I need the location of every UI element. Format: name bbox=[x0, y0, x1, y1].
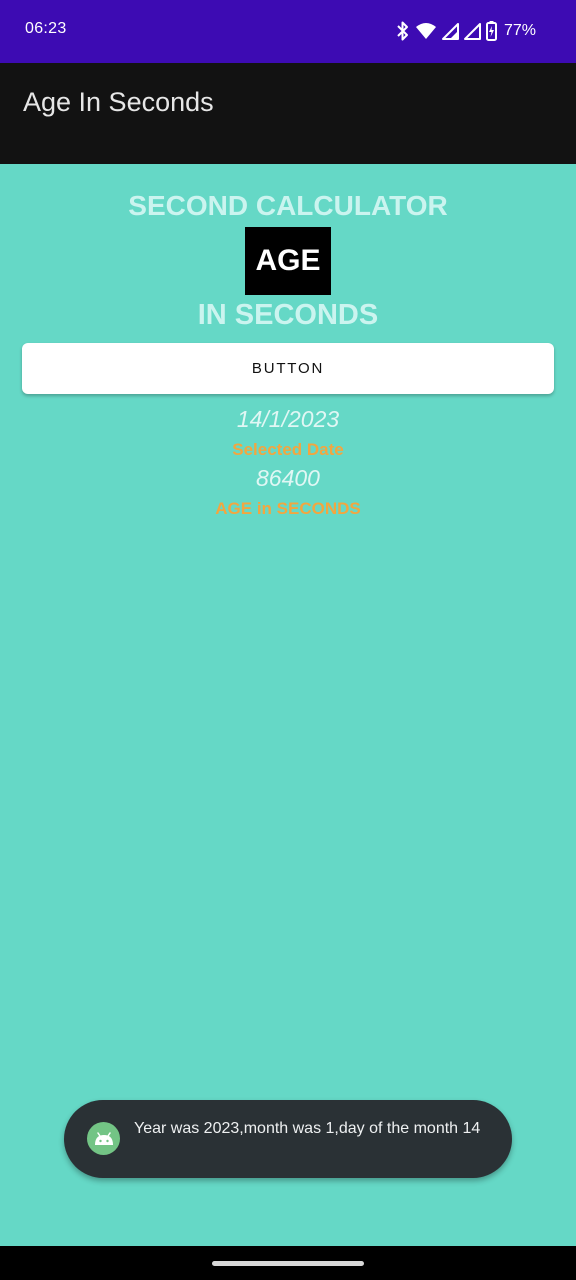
app-bar: Age In Seconds bbox=[0, 63, 576, 164]
battery-charging-icon bbox=[485, 21, 497, 41]
status-time: 06:23 bbox=[25, 20, 67, 37]
signal-icon bbox=[441, 22, 459, 40]
navigation-bar bbox=[0, 1246, 576, 1280]
select-date-button[interactable]: BUTTON bbox=[22, 343, 554, 394]
bluetooth-icon bbox=[396, 21, 410, 41]
battery-percent: 77% bbox=[503, 22, 536, 39]
android-icon bbox=[87, 1122, 120, 1155]
app-title: Age In Seconds bbox=[23, 87, 214, 117]
selected-date-label: Selected Date bbox=[232, 440, 344, 459]
age-seconds-value: 86400 bbox=[256, 465, 320, 491]
signal-icon bbox=[463, 22, 481, 40]
selected-date-value: 14/1/2023 bbox=[236, 406, 340, 432]
toast-text: Year was 2023,month was 1,day of the mon… bbox=[134, 1120, 481, 1137]
age-box: AGE bbox=[245, 227, 331, 295]
wifi-icon bbox=[415, 22, 437, 40]
main-content: SECOND CALCULATOR AGE IN SECONDS BUTTON … bbox=[0, 164, 576, 1246]
age-seconds-label: AGE in SECONDS bbox=[215, 499, 361, 518]
status-bar: 06:23 77% bbox=[0, 0, 576, 63]
status-icons: 77% bbox=[396, 20, 536, 42]
in-seconds-heading: IN SECONDS bbox=[197, 299, 379, 331]
toast-message: Year was 2023,month was 1,day of the mon… bbox=[64, 1100, 512, 1178]
calculator-heading: SECOND CALCULATOR bbox=[128, 190, 448, 221]
home-gesture-handle[interactable] bbox=[212, 1261, 364, 1266]
